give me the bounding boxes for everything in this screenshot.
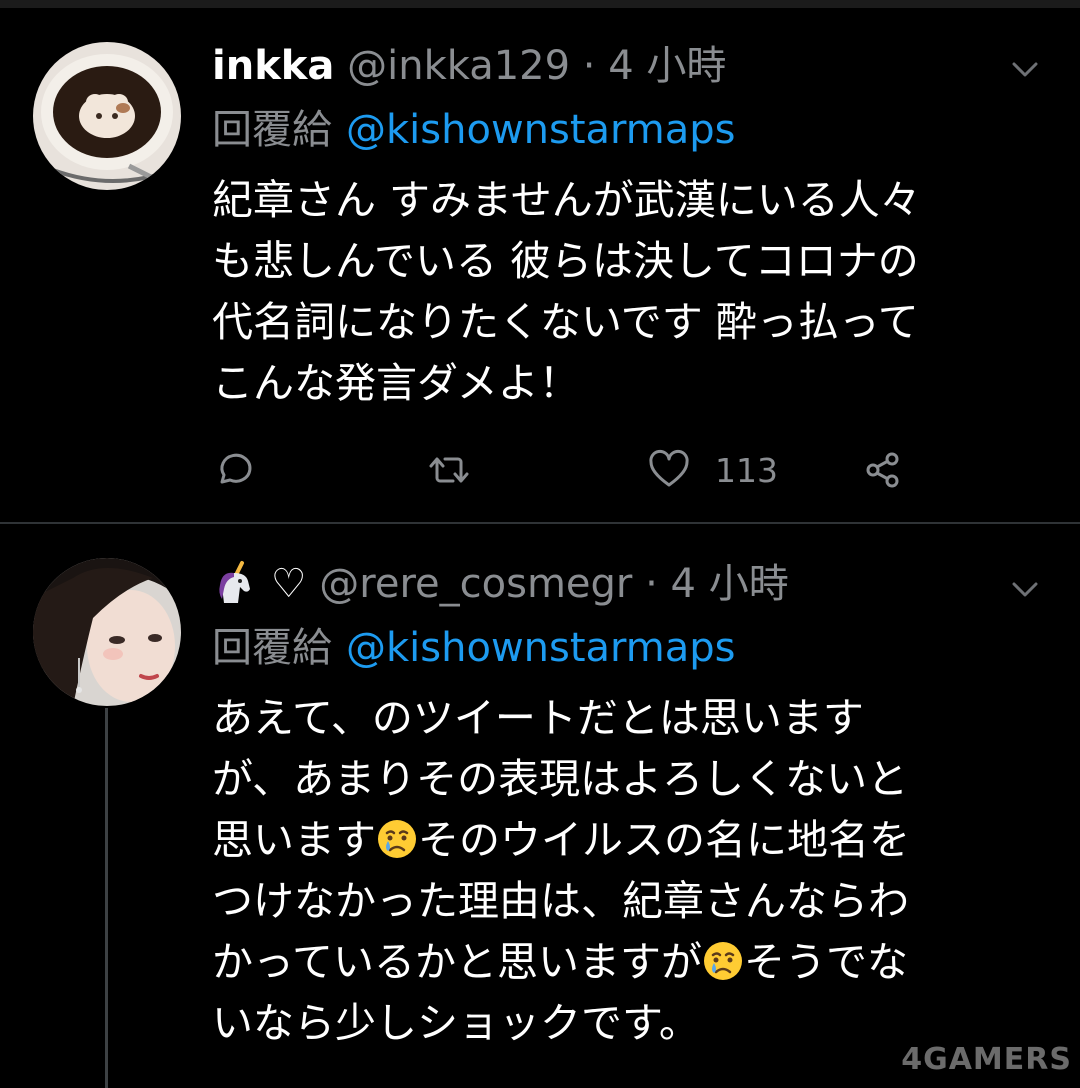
separator: · <box>645 561 658 607</box>
timestamp[interactable]: 4 小時 <box>608 43 726 89</box>
avatar[interactable] <box>33 42 181 190</box>
tweet-header: ♡ @rere_cosmegr · 4 小時 <box>212 554 789 614</box>
chevron-down-icon[interactable] <box>1008 52 1042 86</box>
heart-outline-glyph: ♡ <box>270 561 307 607</box>
reply-mention-link[interactable]: @kishownstarmaps <box>346 625 736 671</box>
chevron-down-icon[interactable] <box>1008 572 1042 606</box>
tweet-header: inkka @inkka129 · 4 小時 <box>212 36 726 96</box>
retweet-button[interactable] <box>427 438 471 502</box>
tweet-text: 紀章さん すみませんが武漢にいる人々 も悲しんでいる 彼らは決してコロナの 代名… <box>212 170 1042 414</box>
tweet-text-line: かっているかと思いますが そうでな <box>212 932 1042 993</box>
tweet-text-line: あえて、のツイートだとは思います <box>212 694 864 742</box>
tweet-rere-cosmegr[interactable]: ♡ @rere_cosmegr · 4 小時 回覆給 @kishownstarma… <box>0 524 1080 1088</box>
crying-face-emoji-icon <box>378 820 416 858</box>
watermark-logo: 4GAMERS <box>901 1042 1072 1077</box>
reply-button[interactable] <box>212 438 256 502</box>
share-icon <box>866 452 899 488</box>
tweet-text-line: こんな発言ダメよ！ <box>212 359 580 407</box>
like-count: 113 <box>715 450 778 490</box>
thread-connector-line <box>105 708 108 1088</box>
action-bar: 113 <box>212 438 932 502</box>
like-button[interactable]: 113 <box>647 438 778 502</box>
display-name[interactable]: inkka <box>212 43 334 89</box>
avatar-portrait-image <box>33 558 181 706</box>
reply-label: 回覆給 <box>212 107 332 153</box>
reply-mention-link[interactable]: @kishownstarmaps <box>346 107 736 153</box>
reply-label: 回覆給 <box>212 625 332 671</box>
reply-icon <box>220 453 252 484</box>
tweet-text: あえて、のツイートだとは思います が、あまりその表現はよろしくないと 思います … <box>212 688 1042 1054</box>
tweet-text-segment: 思います <box>212 816 376 864</box>
tweet-text-segment: そうでな <box>743 938 908 986</box>
handle[interactable]: @inkka129 <box>347 43 570 89</box>
share-button[interactable] <box>862 438 906 502</box>
unicorn-emoji-icon <box>219 561 250 603</box>
tweet-inkka[interactable]: inkka @inkka129 · 4 小時 回覆給 @kishownstarma… <box>0 0 1080 523</box>
reply-context: 回覆給 @kishownstarmaps <box>212 100 736 160</box>
tweet-text-line: が、あまりその表現はよろしくないと <box>212 755 909 803</box>
crying-face-emoji-icon <box>703 942 742 980</box>
separator: · <box>582 43 596 89</box>
retweet-icon <box>429 457 469 483</box>
tweet-text-line: 代名詞になりたくないです 酔っ払って <box>212 298 919 346</box>
tweet-text-line: つけなかった理由は、紀章さんならわ <box>212 877 909 925</box>
tweet-text-line: 思います そのウイルスの名に地名を <box>212 810 1042 871</box>
heart-icon <box>649 449 689 487</box>
tweet-text-segment: そのウイルスの名に地名を <box>418 816 910 864</box>
timestamp[interactable]: 4 小時 <box>671 561 789 607</box>
reply-context: 回覆給 @kishownstarmaps <box>212 618 736 678</box>
avatar-coffee-cup-image <box>33 42 181 190</box>
tweet-text-segment: かっているかと思いますが <box>212 938 702 986</box>
tweet-text-line: も悲しんでいる 彼らは決してコロナの <box>212 237 919 285</box>
tweet-text-line: 紀章さん すみませんが武漢にいる人々 <box>212 176 921 224</box>
handle[interactable]: @rere_cosmegr <box>319 561 632 607</box>
avatar[interactable] <box>33 558 181 706</box>
